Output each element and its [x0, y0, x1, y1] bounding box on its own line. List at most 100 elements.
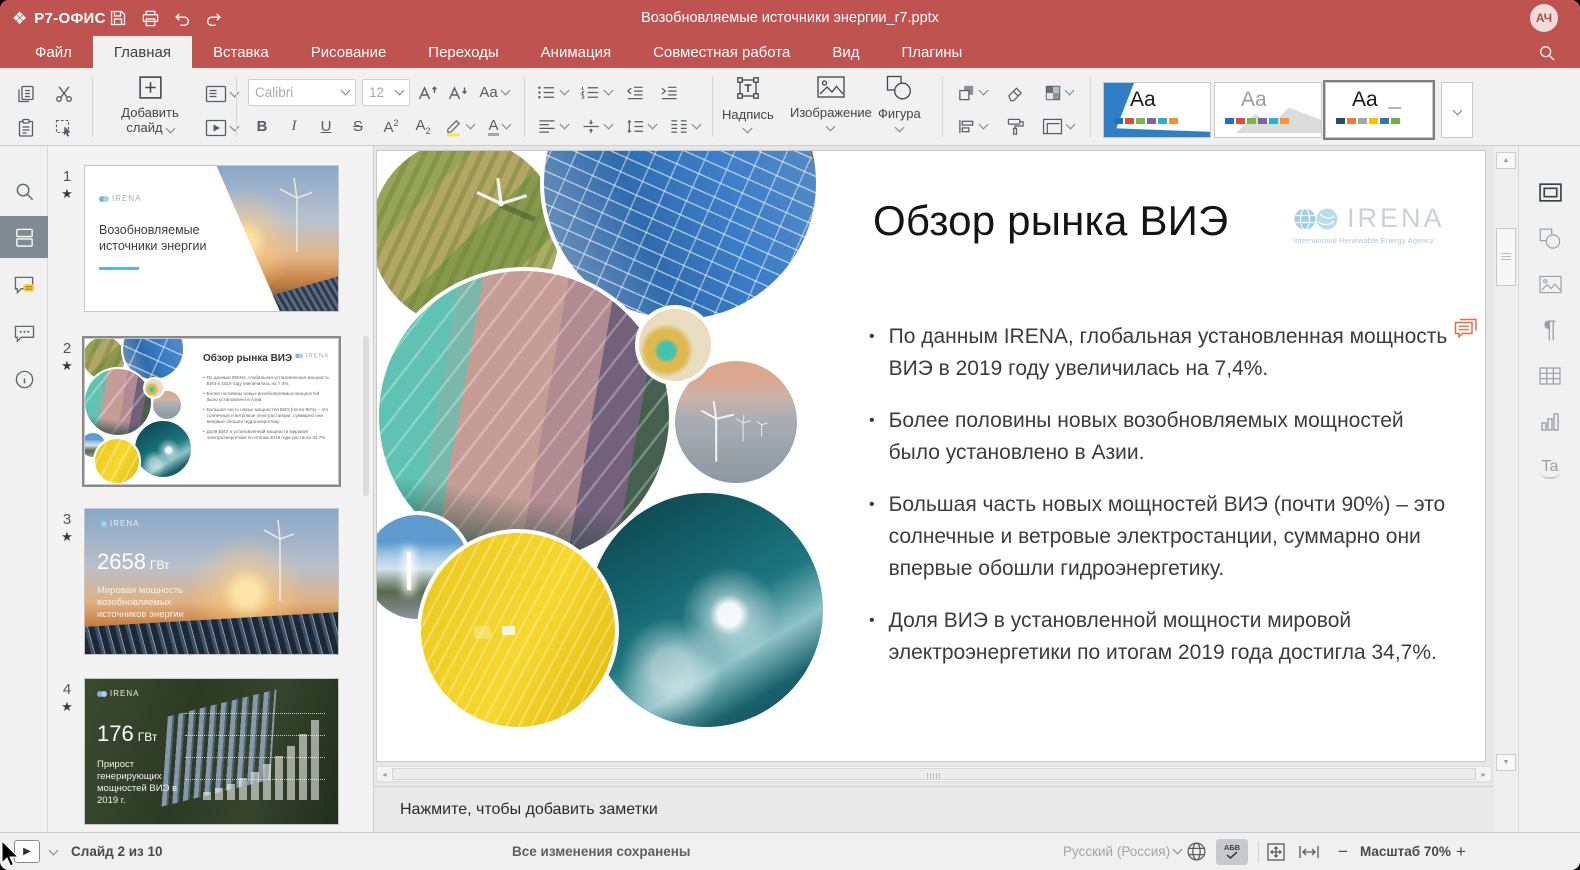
tab-plugins[interactable]: Плагины: [880, 36, 983, 68]
comment-marker[interactable]: [1453, 317, 1479, 342]
avatar[interactable]: АЧ: [1530, 4, 1558, 32]
insert-image-button[interactable]: Изображение: [790, 74, 872, 130]
line-spacing-button[interactable]: [620, 113, 660, 140]
about-panel-button[interactable]: [0, 358, 48, 400]
shape-settings-button[interactable]: [1519, 218, 1580, 258]
insert-textbox-button[interactable]: Надпись: [722, 74, 774, 132]
underline-button[interactable]: U: [312, 113, 340, 140]
arrange-shape-button[interactable]: [950, 79, 994, 106]
scroll-right-arrow[interactable]: ▸: [1476, 767, 1491, 781]
scroll-up-arrow[interactable]: ▲: [1496, 152, 1516, 169]
tab-collaboration[interactable]: Совместная работа: [632, 36, 811, 68]
redo-button[interactable]: [200, 4, 228, 32]
print-button[interactable]: [136, 4, 164, 32]
chat-panel-button[interactable]: [0, 312, 48, 354]
slides-panel-button[interactable]: [0, 216, 48, 258]
add-slide-button[interactable]: Добавить слайд: [102, 74, 198, 140]
tab-transitions[interactable]: Переходы: [407, 36, 519, 68]
thumb1-irena-logo: IRENA: [99, 194, 141, 203]
slide-image-harvest-field[interactable]: [417, 529, 619, 731]
slide-canvas[interactable]: Обзор рынка ВИЭ IRENA International Rene…: [376, 150, 1486, 762]
insert-shape-button[interactable]: Фигура: [878, 74, 921, 131]
tab-animation[interactable]: Анимация: [520, 36, 632, 68]
tab-insert[interactable]: Вставка: [192, 36, 290, 68]
find-button[interactable]: [0, 170, 48, 212]
decrease-font-button[interactable]: [444, 79, 472, 106]
select-button[interactable]: [48, 114, 80, 142]
save-button[interactable]: [104, 4, 132, 32]
paste-button[interactable]: [10, 114, 42, 142]
irena-logo[interactable]: IRENA International Renewable Energy Age…: [1293, 203, 1453, 245]
color-scheme-button[interactable]: [1036, 79, 1080, 106]
tab-draw[interactable]: Рисование: [290, 36, 408, 68]
cut-button[interactable]: [48, 80, 80, 108]
align-objects-icon: [957, 118, 976, 135]
superscript-button[interactable]: A2: [376, 113, 406, 140]
slide-settings-button[interactable]: [1519, 172, 1580, 212]
tab-file[interactable]: Файл: [14, 36, 93, 68]
zoom-out-button[interactable]: −: [1334, 842, 1352, 862]
vertical-scroll-thumb[interactable]: [1496, 228, 1516, 286]
increase-font-button[interactable]: [414, 79, 442, 106]
highlight-color-button[interactable]: [440, 113, 478, 140]
slide-thumbnail-1[interactable]: IRENA Возобновляемые источники энергии: [84, 165, 339, 312]
slide-thumbnail-2-selected[interactable]: Обзор рынка ВИЭ IRENA •По данным IRENA, …: [84, 338, 339, 485]
copy-button[interactable]: [10, 80, 42, 108]
tab-view[interactable]: Вид: [811, 36, 880, 68]
set-language-globe-button[interactable]: [1186, 841, 1207, 862]
tab-home[interactable]: Главная: [93, 36, 192, 68]
clear-style-button[interactable]: [1000, 79, 1030, 106]
chart-settings-button[interactable]: [1519, 402, 1580, 442]
decrease-indent-button[interactable]: [620, 79, 650, 106]
italic-button[interactable]: I: [280, 113, 308, 140]
theme-gallery-expand-button[interactable]: [1441, 82, 1473, 138]
slide-image-ocean-wave[interactable]: [585, 489, 827, 731]
scroll-down-arrow[interactable]: ▼: [1496, 754, 1516, 771]
thumbnail-panel-scrollbar[interactable]: [363, 336, 369, 496]
numbered-list-button[interactable]: [576, 79, 616, 106]
vertical-scrollbar[interactable]: ▲ ▼: [1494, 146, 1518, 832]
table-settings-button[interactable]: [1519, 356, 1580, 396]
chevron-down-icon[interactable]: [49, 846, 59, 856]
notes-area[interactable]: Нажмите, чтобы добавить заметки: [374, 786, 1494, 832]
font-name-select[interactable]: Calibri: [248, 79, 356, 106]
align-shape-button[interactable]: [950, 113, 994, 140]
columns-button[interactable]: [664, 113, 704, 140]
horizontal-scrollbar[interactable]: ◂ ▸: [376, 766, 1492, 782]
bold-button[interactable]: B: [248, 113, 276, 140]
scroll-left-arrow[interactable]: ◂: [377, 767, 392, 781]
horizontal-scroll-thumb[interactable]: [392, 768, 1476, 780]
slide-title[interactable]: Обзор рынка ВИЭ: [873, 197, 1228, 245]
subscript-button[interactable]: A2: [408, 113, 438, 140]
slide-size-button[interactable]: [1036, 113, 1080, 140]
slide-thumbnail-3[interactable]: IRENA 2658ГВт Мировая мощность возобновл…: [84, 508, 339, 655]
textart-settings-button[interactable]: Ta: [1519, 448, 1580, 488]
language-selector[interactable]: Русский (Россия): [1063, 844, 1181, 859]
theme-thumbnail-2[interactable]: Aa: [1214, 82, 1322, 138]
increase-indent-button[interactable]: [654, 79, 684, 106]
zoom-in-button[interactable]: +: [1452, 842, 1470, 862]
outdent-icon: [625, 84, 645, 101]
change-case-button[interactable]: Aa: [474, 79, 514, 106]
horizontal-align-button[interactable]: [532, 113, 572, 140]
comments-panel-button[interactable]: [0, 264, 48, 306]
image-settings-button[interactable]: [1519, 264, 1580, 304]
font-color-button[interactable]: A: [480, 113, 518, 140]
undo-button[interactable]: [168, 4, 196, 32]
bullet-list-button[interactable]: [532, 79, 572, 106]
copy-style-button[interactable]: [1000, 113, 1030, 140]
theme-thumbnail-3-selected[interactable]: Aa: [1325, 82, 1433, 138]
slide-body-text[interactable]: •По данным IRENA, глобальная установленн…: [869, 321, 1457, 689]
spellcheck-button[interactable]: АБВ: [1216, 839, 1248, 865]
start-slideshow-button[interactable]: ▶: [14, 840, 40, 863]
fit-to-width-button[interactable]: [1298, 844, 1320, 860]
vertical-align-button[interactable]: [576, 113, 616, 140]
strikethrough-button[interactable]: S: [344, 113, 372, 140]
slide-image-geothermal[interactable]: [635, 305, 715, 385]
font-size-select[interactable]: 12: [362, 79, 410, 106]
slide-thumbnail-4[interactable]: IRENA 176ГВт Прирост генерирующих мощнос…: [84, 678, 339, 825]
fit-to-slide-button[interactable]: [1266, 842, 1286, 862]
theme-thumbnail-1[interactable]: Aa: [1103, 82, 1211, 138]
search-button[interactable]: [1534, 40, 1560, 66]
paragraph-settings-button[interactable]: ¶: [1519, 310, 1580, 350]
